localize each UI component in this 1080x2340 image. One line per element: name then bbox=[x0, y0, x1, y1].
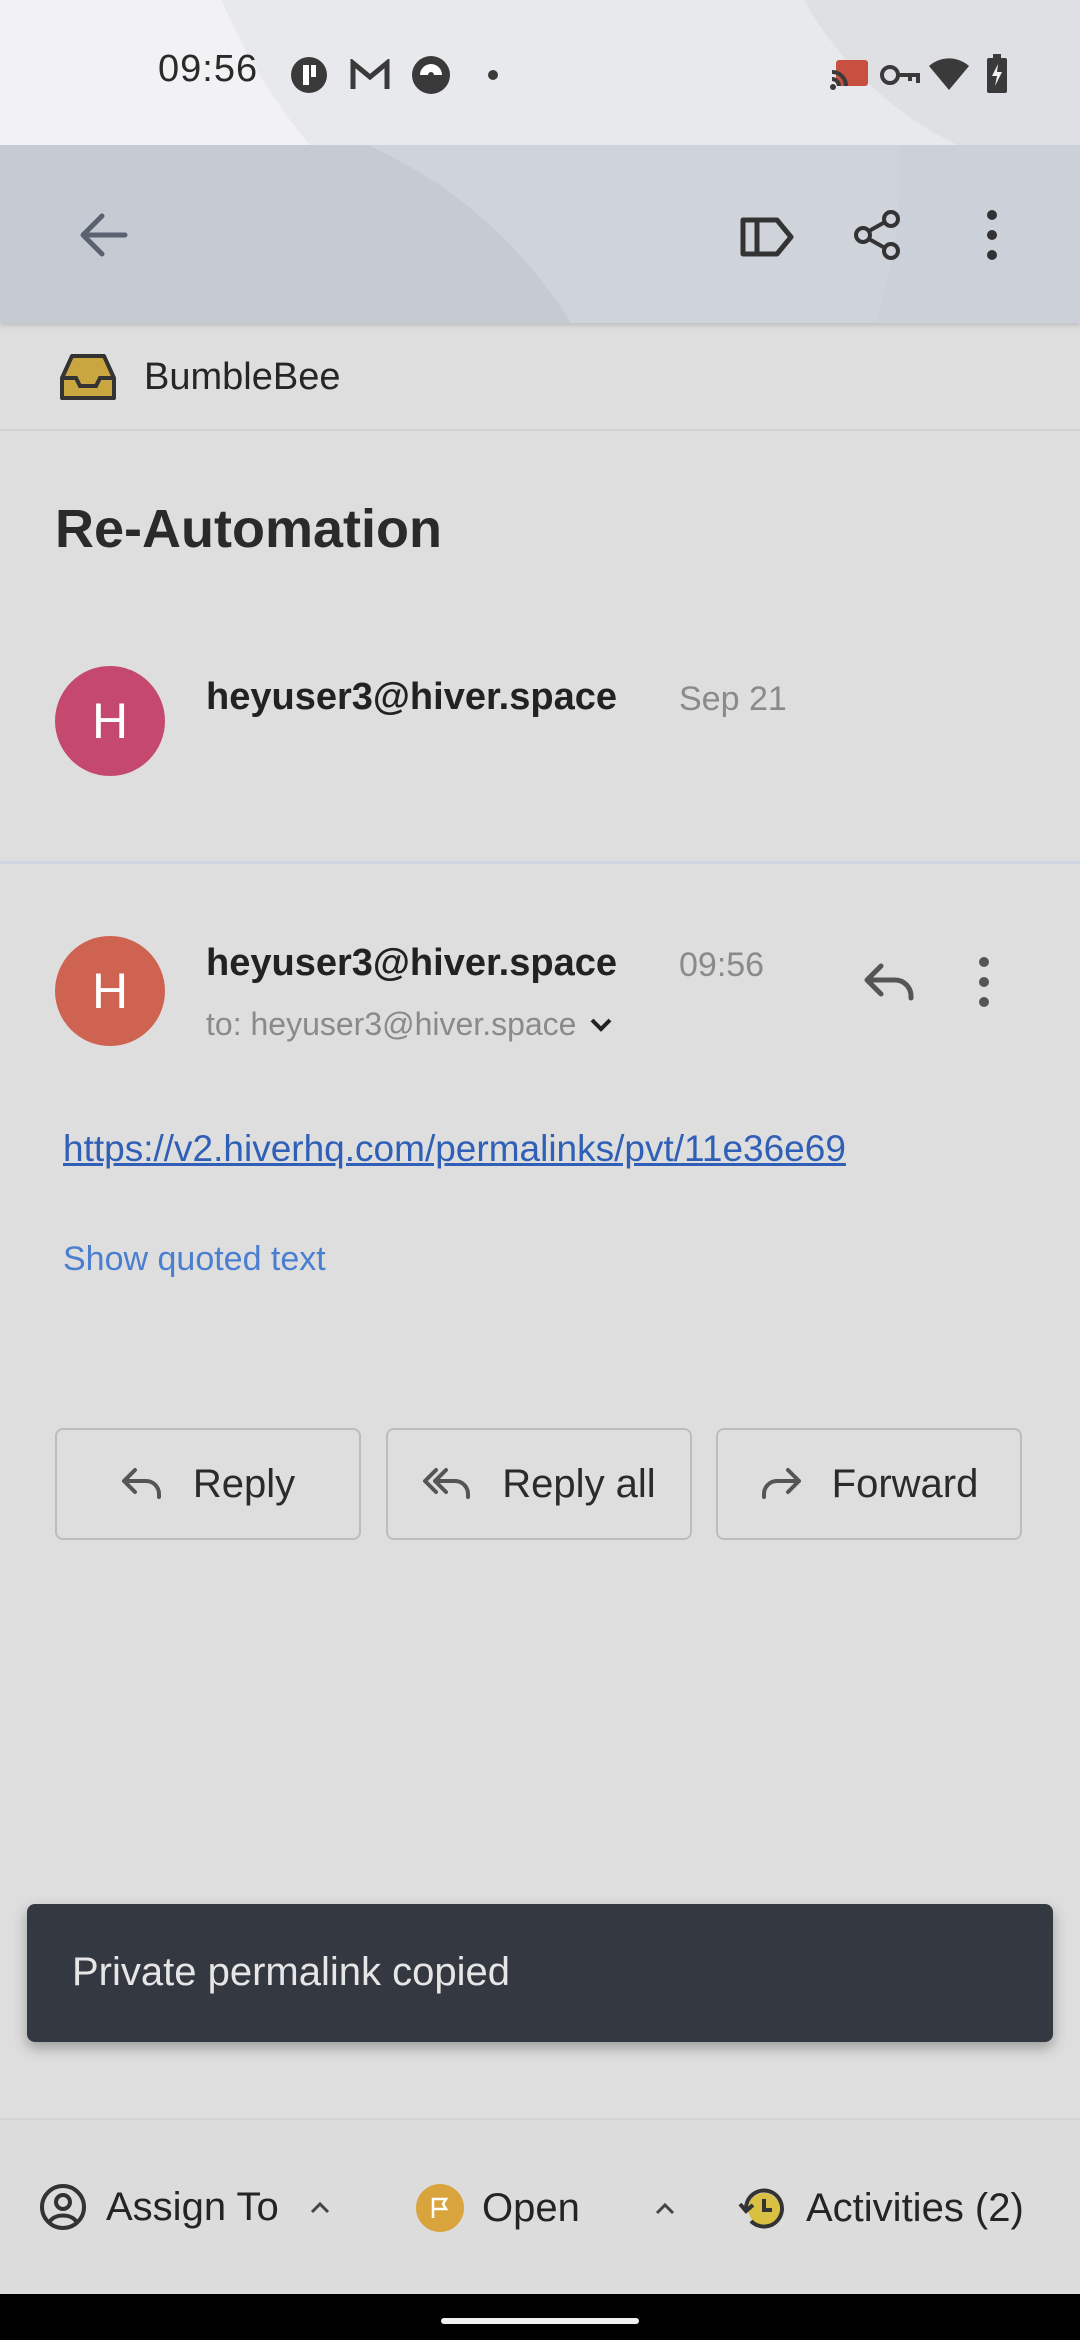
assign-to-label: Assign To bbox=[106, 2184, 279, 2229]
more-vert-icon bbox=[987, 210, 997, 260]
label-icon bbox=[740, 217, 794, 257]
forward-button[interactable]: Forward bbox=[716, 1428, 1022, 1540]
more-vert-icon bbox=[979, 957, 989, 1007]
assign-to-button[interactable]: Assign To bbox=[38, 2182, 331, 2232]
avatar: H bbox=[55, 936, 165, 1046]
gmail-icon bbox=[350, 58, 390, 92]
back-button[interactable] bbox=[68, 203, 138, 267]
inbox-name: BumbleBee bbox=[144, 356, 341, 398]
message-divider bbox=[0, 861, 1080, 864]
reply-icon-button[interactable] bbox=[854, 950, 924, 1014]
history-icon bbox=[738, 2188, 784, 2229]
cast-icon bbox=[830, 58, 870, 92]
share-icon bbox=[854, 210, 900, 260]
account-circle-icon bbox=[40, 2184, 86, 2230]
permalink-link[interactable]: https://v2.hiverhq.com/permalinks/pvt/11… bbox=[63, 1128, 846, 1170]
show-quoted-text-link[interactable]: Show quoted text bbox=[63, 1240, 326, 1279]
email-subject: Re-Automation bbox=[55, 499, 442, 559]
reply-button[interactable]: Reply bbox=[55, 1428, 361, 1540]
arrow-left-icon bbox=[80, 213, 128, 257]
chevron-up-icon bbox=[655, 2202, 674, 2215]
sender-name: heyuser3@hiver.space bbox=[206, 676, 617, 718]
battery-charging-icon bbox=[986, 54, 1008, 94]
system-navigation-bar bbox=[0, 2294, 1080, 2340]
message-more-button[interactable] bbox=[960, 950, 1008, 1014]
snackbar-toast: Private permalink copied bbox=[27, 1904, 1053, 2042]
toast-message: Private permalink copied bbox=[72, 1950, 510, 1994]
message-collapsed[interactable] bbox=[0, 640, 1080, 860]
activities-button[interactable]: Activities (2) bbox=[736, 2182, 1024, 2234]
flag-icon bbox=[416, 2184, 464, 2232]
browser-app-icon bbox=[410, 54, 452, 96]
forward-icon bbox=[761, 1468, 801, 1499]
reply-all-label: Reply all bbox=[502, 1461, 656, 1506]
message-time: 09:56 bbox=[679, 946, 765, 984]
avatar: H bbox=[55, 666, 165, 776]
label-button[interactable] bbox=[732, 205, 802, 269]
status-button[interactable]: Open bbox=[416, 2184, 676, 2232]
reply-label: Reply bbox=[192, 1461, 296, 1506]
recipients-text: to: heyuser3@hiver.space bbox=[206, 1006, 577, 1042]
notification-app-icon bbox=[290, 56, 328, 94]
message-date: Sep 21 bbox=[679, 680, 787, 718]
share-button[interactable] bbox=[842, 203, 912, 267]
chevron-down-icon bbox=[591, 1018, 612, 1032]
chevron-up-icon bbox=[310, 2201, 329, 2214]
inbox-tray-icon bbox=[58, 352, 118, 402]
top-app-bar bbox=[0, 145, 1080, 323]
activities-label: Activities (2) bbox=[806, 2185, 1024, 2230]
reply-all-icon bbox=[423, 1468, 471, 1499]
wifi-icon bbox=[928, 56, 970, 92]
reply-icon bbox=[121, 1468, 161, 1499]
reply-all-button[interactable]: Reply all bbox=[386, 1428, 692, 1540]
more-options-button[interactable] bbox=[960, 203, 1024, 267]
forward-label: Forward bbox=[831, 1461, 979, 1506]
home-gesture-pill[interactable] bbox=[441, 2318, 639, 2324]
sender-name: heyuser3@hiver.space bbox=[206, 942, 617, 984]
more-notifications-dot-icon bbox=[488, 70, 498, 80]
recipients-toggle[interactable]: to: heyuser3@hiver.space bbox=[206, 1006, 612, 1043]
status-label: Open bbox=[482, 2185, 580, 2230]
status-time: 09:56 bbox=[158, 48, 259, 90]
vpn-key-icon bbox=[880, 60, 920, 90]
reply-icon bbox=[864, 963, 914, 1001]
